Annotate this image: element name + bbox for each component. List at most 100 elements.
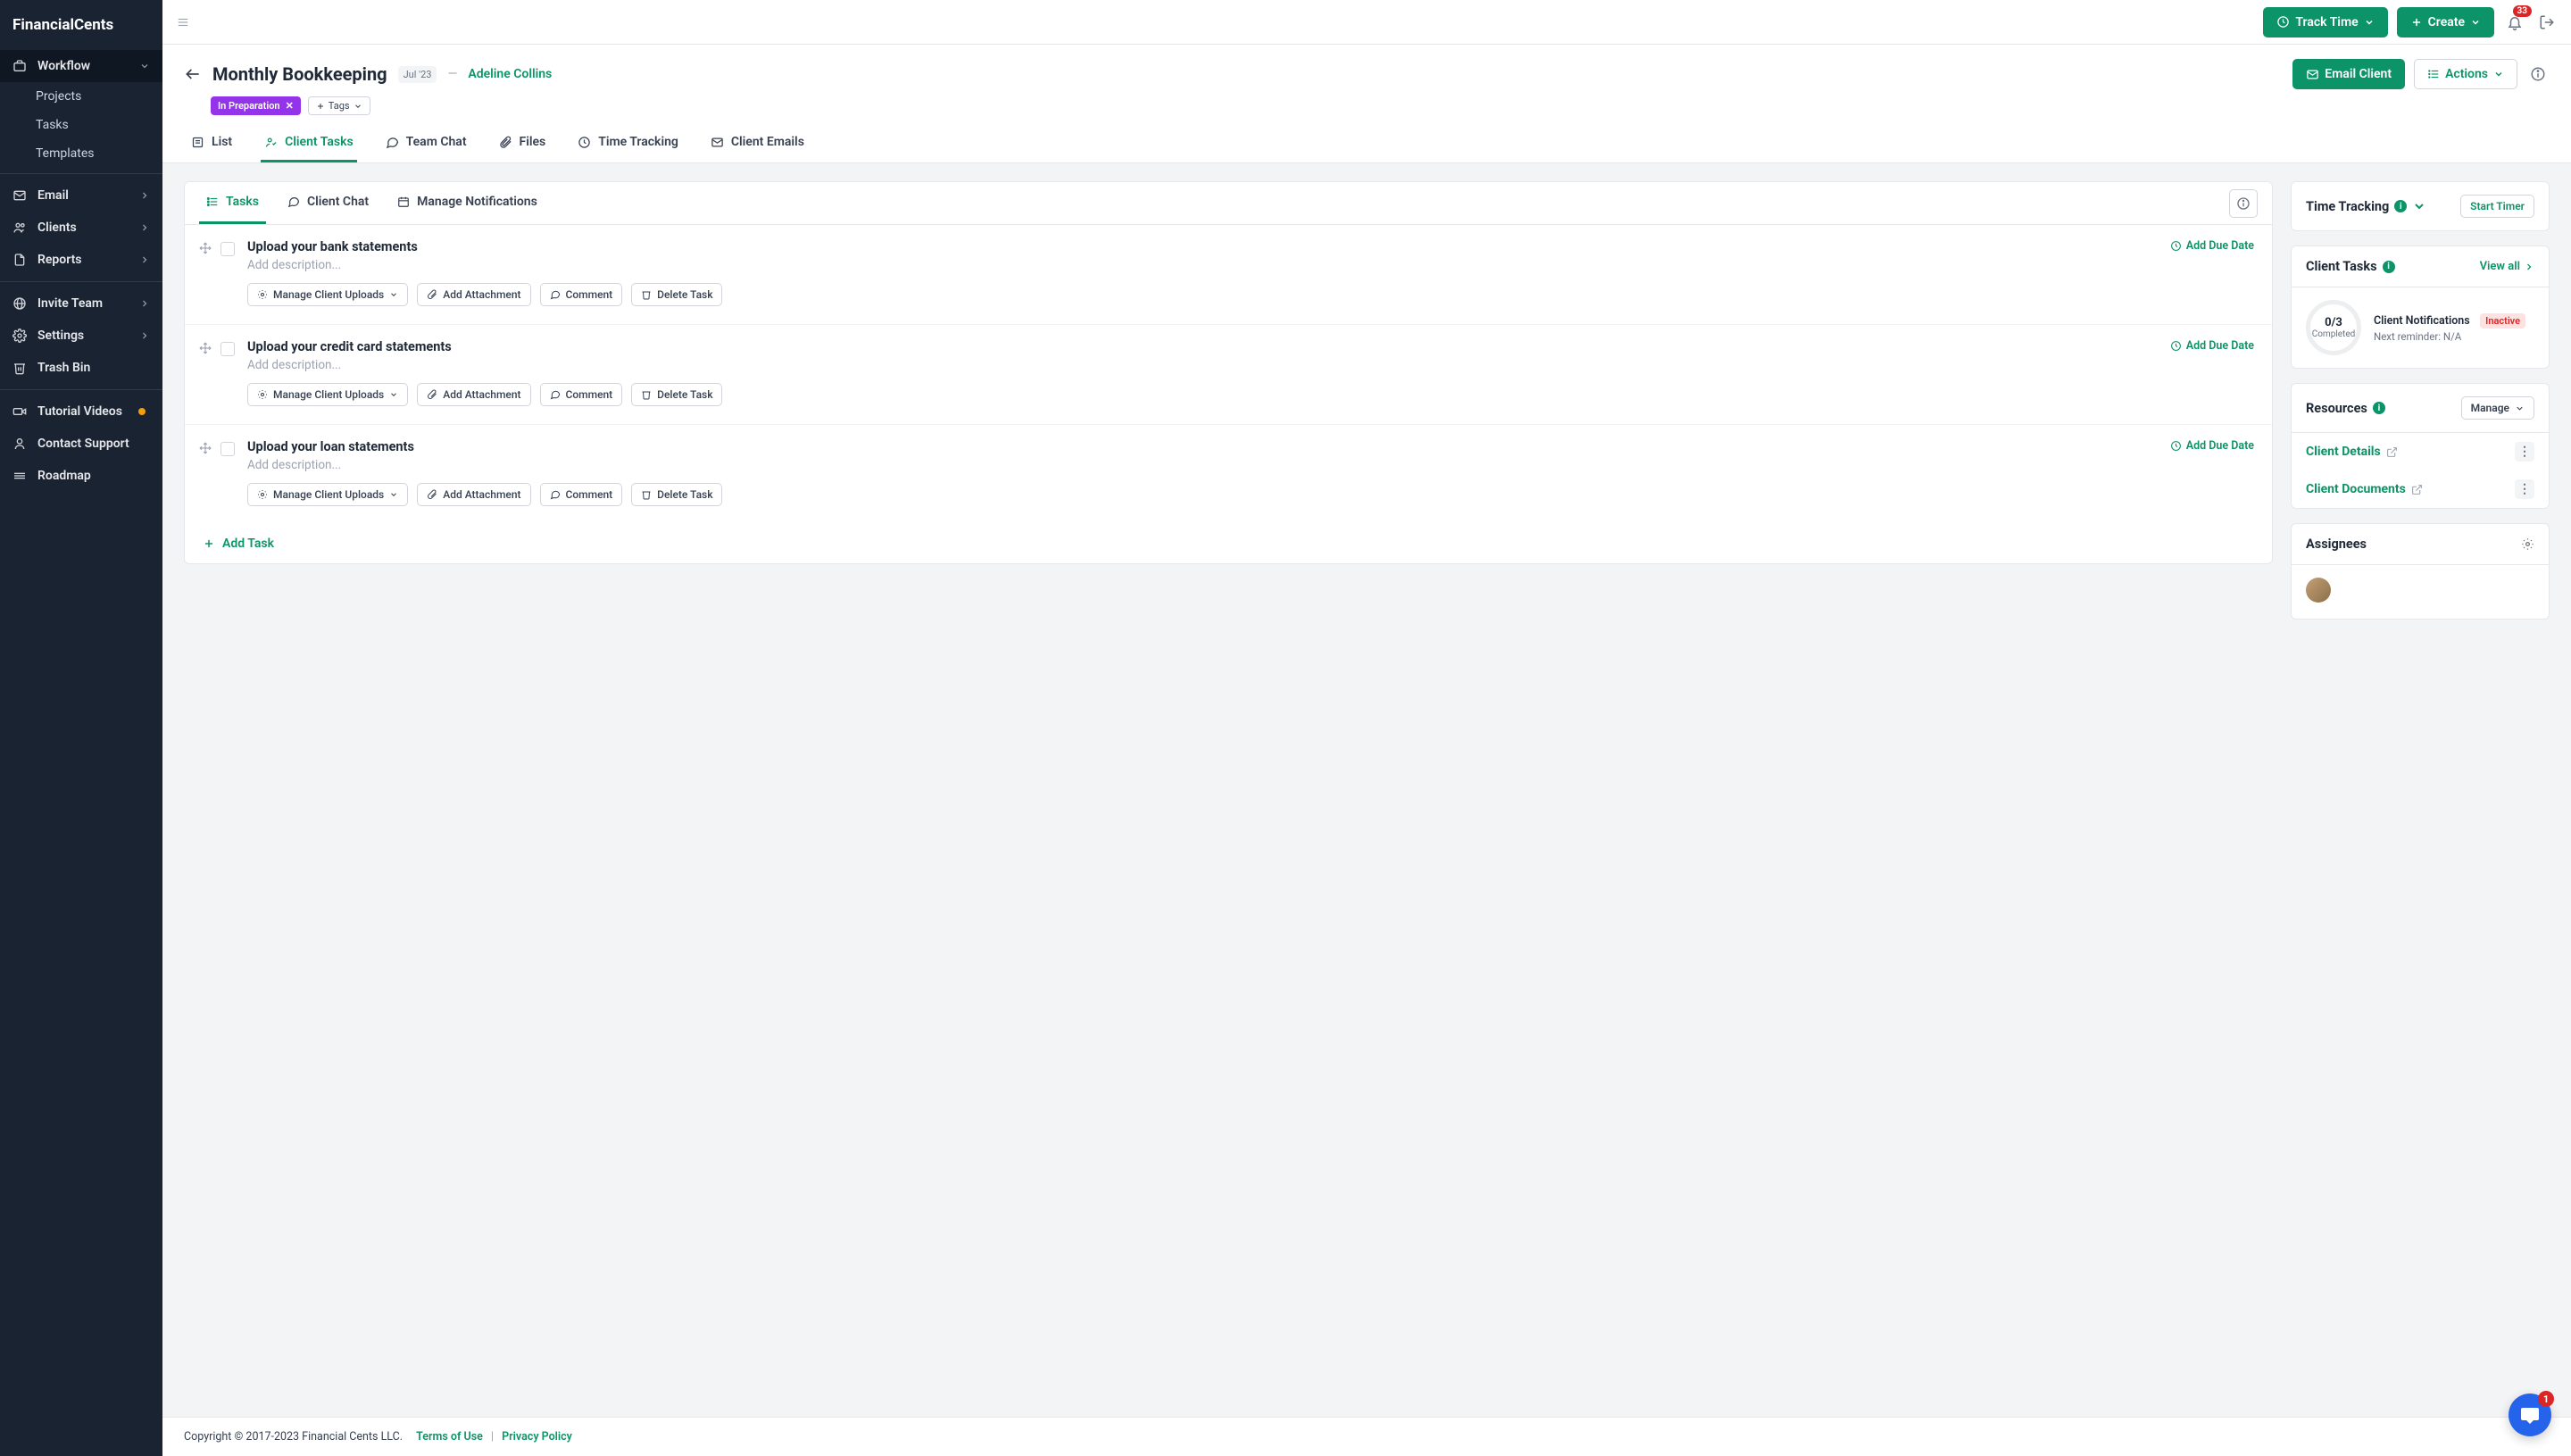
status-pill[interactable]: In Preparation ✕	[211, 96, 301, 115]
sidebar-label: Roadmap	[37, 469, 91, 483]
manage-client-uploads-button[interactable]: Manage Client Uploads	[247, 283, 408, 306]
add-tags-button[interactable]: Tags	[308, 96, 370, 115]
chevron-down-icon	[389, 390, 398, 399]
privacy-link[interactable]: Privacy Policy	[502, 1430, 572, 1444]
terms-link[interactable]: Terms of Use	[416, 1430, 483, 1444]
comment-button[interactable]: Comment	[540, 383, 623, 406]
comment-button[interactable]: Comment	[540, 483, 623, 506]
tab-files[interactable]: Files	[495, 128, 550, 162]
client-name-link[interactable]: Adeline Collins	[468, 67, 552, 81]
sidebar-sub-tasks[interactable]: Tasks	[0, 111, 162, 139]
info-button[interactable]	[2526, 62, 2550, 86]
drag-handle-icon[interactable]	[199, 442, 212, 454]
content-area: Tasks Client Chat Manage Notifications U…	[162, 163, 2571, 1417]
sidebar-sub-templates[interactable]: Templates	[0, 139, 162, 168]
drag-handle-icon[interactable]	[199, 342, 212, 354]
drag-handle-icon[interactable]	[199, 242, 212, 254]
create-button[interactable]: Create	[2397, 7, 2494, 37]
task-description-placeholder[interactable]: Add description...	[247, 458, 2170, 472]
tab-client-tasks[interactable]: Client Tasks	[261, 128, 357, 162]
view-all-link[interactable]: View all	[2480, 260, 2534, 273]
tab-client-emails[interactable]: Client Emails	[707, 128, 808, 162]
page-header: Monthly Bookkeeping Jul '23 — Adeline Co…	[162, 45, 2571, 163]
email-client-button[interactable]: Email Client	[2292, 59, 2405, 89]
resource-more-button[interactable]: ⋮	[2515, 442, 2534, 462]
task-checkbox[interactable]	[220, 342, 235, 356]
sidebar-label: Email	[37, 188, 69, 203]
info-circle-icon	[2530, 66, 2546, 82]
sidebar-item-roadmap[interactable]: Roadmap	[0, 460, 162, 492]
task-title[interactable]: Upload your bank statements	[247, 239, 2170, 254]
trash-icon	[641, 289, 652, 300]
tab-team-chat[interactable]: Team Chat	[382, 128, 470, 162]
manage-client-uploads-button[interactable]: Manage Client Uploads	[247, 483, 408, 506]
task-description-placeholder[interactable]: Add description...	[247, 358, 2170, 372]
add-due-date-button[interactable]: Add Due Date	[2170, 439, 2254, 453]
resource-link-client-documents[interactable]: Client Documents ⋮	[2292, 470, 2549, 508]
delete-task-button[interactable]: Delete Task	[631, 283, 722, 306]
progress-fraction: 0/3	[2325, 316, 2342, 329]
sidebar-item-invite-team[interactable]: Invite Team	[0, 287, 162, 320]
client-notifications-label: Client Notifications	[2374, 314, 2470, 328]
sidebar-item-reports[interactable]: Reports	[0, 244, 162, 276]
subtab-manage-notifications[interactable]: Manage Notifications	[390, 182, 545, 224]
add-task-button[interactable]: Add Task	[185, 524, 2272, 563]
task-checkbox[interactable]	[220, 242, 235, 256]
panel-info-button[interactable]	[2229, 189, 2258, 218]
sidebar-item-workflow[interactable]: Workflow	[0, 50, 162, 82]
delete-task-button[interactable]: Delete Task	[631, 483, 722, 506]
track-time-button[interactable]: Track Time	[2263, 7, 2387, 37]
sidebar-item-clients[interactable]: Clients	[0, 212, 162, 244]
subtab-tasks[interactable]: Tasks	[199, 182, 266, 224]
back-arrow-icon[interactable]	[184, 65, 202, 83]
sidebar-item-trash[interactable]: Trash Bin	[0, 352, 162, 384]
user-icon	[12, 437, 27, 451]
add-attachment-button[interactable]: Add Attachment	[417, 383, 530, 406]
sidebar-item-settings[interactable]: Settings	[0, 320, 162, 352]
task-checkbox[interactable]	[220, 442, 235, 456]
tags-label: Tags	[329, 100, 350, 112]
add-attachment-button[interactable]: Add Attachment	[417, 483, 530, 506]
subtab-client-chat[interactable]: Client Chat	[280, 182, 376, 224]
resource-more-button[interactable]: ⋮	[2515, 479, 2534, 499]
delete-task-button[interactable]: Delete Task	[631, 383, 722, 406]
info-icon[interactable]: i	[2394, 200, 2407, 212]
manage-resources-button[interactable]: Manage	[2461, 396, 2534, 420]
add-attachment-button[interactable]: Add Attachment	[417, 283, 530, 306]
project-tabs: List Client Tasks Team Chat Files Time T…	[184, 128, 2550, 162]
sidebar-item-contact-support[interactable]: Contact Support	[0, 428, 162, 460]
tab-time-tracking[interactable]: Time Tracking	[574, 128, 682, 162]
app-logo[interactable]: FinancialCents	[0, 0, 162, 50]
task-title[interactable]: Upload your credit card statements	[247, 339, 2170, 354]
hamburger-icon[interactable]	[175, 16, 191, 29]
gear-icon[interactable]	[2521, 537, 2534, 551]
resource-link-client-details[interactable]: Client Details ⋮	[2292, 433, 2549, 470]
add-due-date-button[interactable]: Add Due Date	[2170, 239, 2254, 253]
clock-icon	[2276, 15, 2290, 29]
assignee-avatar[interactable]	[2306, 578, 2331, 603]
comment-button[interactable]: Comment	[540, 283, 623, 306]
logout-button[interactable]	[2535, 11, 2559, 34]
task-title[interactable]: Upload your loan statements	[247, 439, 2170, 454]
sidebar-sub-projects[interactable]: Projects	[0, 82, 162, 111]
info-icon[interactable]: i	[2373, 402, 2385, 414]
sidebar-item-email[interactable]: Email	[0, 179, 162, 212]
briefcase-icon	[12, 59, 27, 73]
sidebar-label: Contact Support	[37, 437, 129, 451]
task-description-placeholder[interactable]: Add description...	[247, 258, 2170, 272]
intercom-chat-button[interactable]: 1	[2509, 1394, 2551, 1436]
chevron-down-icon[interactable]	[2412, 199, 2426, 213]
sidebar-item-tutorial-videos[interactable]: Tutorial Videos	[0, 395, 162, 428]
calendar-icon	[397, 196, 410, 208]
manage-client-uploads-button[interactable]: Manage Client Uploads	[247, 383, 408, 406]
notifications-button[interactable]: 33	[2503, 11, 2526, 34]
start-timer-button[interactable]: Start Timer	[2460, 195, 2534, 218]
actions-button[interactable]: Actions	[2414, 59, 2517, 89]
map-icon	[12, 469, 27, 483]
mail-icon	[2306, 68, 2319, 81]
close-icon[interactable]: ✕	[286, 100, 294, 112]
info-icon[interactable]: i	[2383, 261, 2395, 273]
add-due-date-button[interactable]: Add Due Date	[2170, 339, 2254, 353]
tab-list[interactable]: List	[187, 128, 236, 162]
sidebar-label: Tutorial Videos	[37, 404, 122, 419]
